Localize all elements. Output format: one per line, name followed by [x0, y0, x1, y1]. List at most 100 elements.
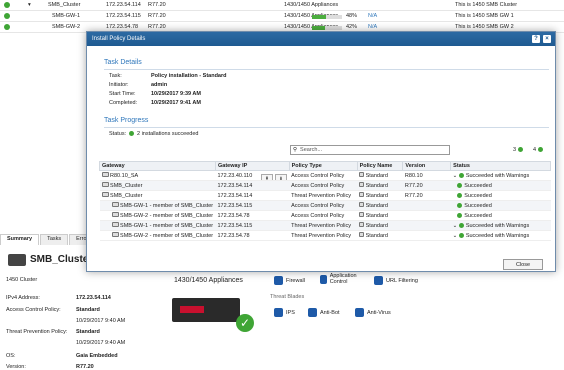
status-ok-icon: [4, 13, 10, 19]
summary-field-label: Access Control Policy:: [6, 307, 61, 313]
divider: [104, 69, 549, 70]
summary-field-label: Version:: [6, 364, 26, 370]
gateway-row[interactable]: SMB-GW-1172.23.54.115R77.201430/1450 App…: [0, 11, 564, 22]
summary-field-value: 10/29/2017 9:40 AM: [76, 340, 126, 346]
cpu-percent: 42%: [346, 24, 358, 30]
table-row[interactable]: SMB-GW-1 - member of SMB_Cluster 172.23.5…: [99, 200, 551, 211]
policy-icon: [359, 232, 365, 237]
gateway-icon: [111, 212, 119, 217]
version-cell: R80.10: [402, 170, 451, 181]
anti-virus-icon: [355, 308, 364, 317]
close-icon[interactable]: ×: [543, 35, 551, 43]
column-header[interactable]: Version: [402, 161, 452, 171]
status-cell: ⌄ Succeeded with Warnings: [450, 220, 551, 231]
table-row[interactable]: SMB_Cluster 172.23.54.114 Threat Preventio…: [99, 190, 551, 201]
status-ok-icon: [458, 222, 464, 228]
gateway-cell: SMB-GW-1 - member of SMB_Cluster: [99, 200, 216, 211]
summary-field-label: Threat Prevention Policy:: [6, 329, 68, 335]
status-ok-icon: [457, 202, 463, 208]
table-row[interactable]: SMB-GW-2 - member of SMB_Cluster 172.23.5…: [99, 210, 551, 221]
status-cell: Succeeded: [450, 210, 551, 221]
gateway-icon: [111, 232, 119, 237]
status-cell: Succeeded: [450, 180, 551, 191]
installation-table: Gateway Gateway IP Policy Type Policy Name V…: [99, 161, 551, 241]
column-header[interactable]: Policy Name: [356, 161, 404, 171]
task-details-heading: Task Details: [104, 59, 142, 66]
gateway-ip: 172.23.54.114: [106, 2, 141, 8]
gateway-ip-cell: 172.23.54.115: [215, 220, 290, 231]
summary-field-value: Gaia Embedded: [76, 353, 118, 359]
gateway-ip-cell: 172.23.40.110: [215, 170, 290, 181]
gateway-comment: This is 1450 SMB GW 2: [455, 24, 514, 30]
policy-name-cell: Standard: [357, 190, 403, 201]
status-label: Status:: [109, 131, 127, 137]
gateway-ip-cell: 172.23.54.114: [215, 190, 290, 201]
status-ok-icon: [457, 182, 463, 188]
blade-url: URL Filtering: [374, 276, 418, 285]
table-row[interactable]: SMB-GW-1 - member of SMB_Cluster 172.23.5…: [99, 220, 551, 231]
tab-tasks[interactable]: Tasks: [40, 234, 69, 245]
policy-name-cell: Standard: [357, 170, 403, 181]
policy-name-cell: Standard: [357, 230, 403, 241]
status-cell: Succeeded: [450, 190, 551, 201]
summary-field-label: OS:: [6, 353, 16, 359]
column-header[interactable]: Status: [450, 161, 551, 171]
appliance-image: [172, 298, 240, 322]
gateway-cell: SMB-GW-1 - member of SMB_Cluster: [99, 220, 216, 231]
status-ok-icon: [4, 24, 10, 30]
chevron-down-icon[interactable]: ⌄: [453, 173, 458, 179]
summary-title: SMB_Cluster: [30, 254, 93, 265]
detail-label: Task:: [109, 73, 122, 79]
policy-icon: [359, 182, 365, 187]
cpu-bar: [312, 15, 342, 19]
policy-type-cell: Access Control Policy: [289, 170, 358, 181]
detail-value: admin: [151, 82, 168, 88]
gateway-comment: This is 1450 SMB Cluster: [455, 2, 518, 8]
column-header[interactable]: Gateway: [99, 161, 216, 171]
gateway-ip-cell: 172.23.54.114: [215, 180, 290, 191]
summary-field-value: Standard: [76, 329, 100, 335]
gateway-version: R77.20: [148, 13, 166, 19]
table-row[interactable]: R80.10_SA 172.23.40.110 Access Control Pol…: [99, 170, 551, 181]
close-button[interactable]: Close: [503, 259, 543, 270]
help-icon[interactable]: ?: [532, 35, 540, 43]
version-cell: [402, 200, 451, 211]
install-policy-dialog: Install Policy Details ? × Task Details …: [86, 31, 556, 272]
policy-type-cell: Access Control Policy: [289, 180, 358, 191]
gateway-ip-cell: 172.23.54.78: [215, 210, 290, 221]
gateway-cell: SMB_Cluster: [99, 190, 216, 201]
gateway-version: R77.20: [148, 24, 166, 30]
version-cell: [402, 210, 451, 221]
anti-bot-icon: [308, 308, 317, 317]
link-status: N/A: [368, 24, 378, 30]
tab-summary[interactable]: Summary: [0, 234, 40, 245]
gateway-ip-cell: 172.23.54.115: [215, 200, 290, 211]
search-field[interactable]: ⚲ Search...: [290, 145, 450, 155]
policy-icon: [359, 222, 365, 227]
gateway-row[interactable]: ▾ SMB_Cluster 172.23.54.114 R77.20 1430/1450…: [0, 0, 564, 11]
gateway-cell: SMB-GW-2 - member of SMB_Cluster: [99, 230, 216, 241]
chevron-down-icon[interactable]: ⌄: [453, 233, 458, 239]
version-cell: [402, 230, 451, 241]
firewall-icon: [274, 276, 283, 285]
policy-icon: [359, 192, 365, 197]
column-header[interactable]: Gateway IP: [214, 161, 290, 171]
policy-icon: [359, 202, 365, 207]
count-warnings: 3: [513, 147, 525, 153]
gateway-icon: [111, 222, 119, 227]
detail-value: 10/29/2017 9:39 AM: [151, 91, 201, 97]
policy-type-cell: Threat Prevention Policy: [289, 230, 358, 241]
threat-blades-title: Threat Blades: [270, 294, 305, 300]
detail-label: Completed:: [109, 100, 138, 106]
gateway-comment: This is 1450 SMB GW 1: [455, 13, 514, 19]
gateway-ip-cell: 172.23.54.78: [215, 230, 290, 241]
table-row[interactable]: SMB_Cluster 172.23.54.114 Access Control P…: [99, 180, 551, 191]
task-progress-heading: Task Progress: [104, 117, 149, 124]
table-row[interactable]: SMB-GW-2 - member of SMB_Cluster 172.23.5…: [99, 230, 551, 241]
gateway-ip: 172.23.54.78: [106, 24, 139, 30]
column-header[interactable]: Policy Type: [288, 161, 358, 171]
chevron-down-icon[interactable]: ⌄: [453, 223, 458, 229]
summary-field-value: Standard: [76, 307, 100, 313]
gateway-version: R77.20: [148, 2, 166, 8]
version-cell: [402, 220, 451, 231]
